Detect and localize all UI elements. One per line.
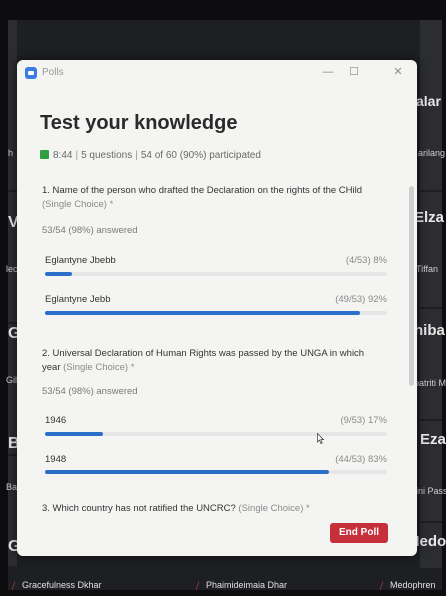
- participant-name-right: Elza: [414, 209, 445, 226]
- maximize-button[interactable]: ☐: [343, 63, 365, 81]
- option-bar-fill: [45, 272, 73, 276]
- question-count: 5 questions: [81, 150, 133, 161]
- option-bar-fill: [45, 432, 104, 436]
- option-bar-track: [45, 470, 387, 474]
- question-2-answered: 53/54 (98%) answered: [42, 386, 138, 397]
- question-type: (Single Choice) *: [42, 199, 114, 210]
- option-bar-track: [45, 311, 387, 315]
- option-label: Eglantyne Jbebb: [45, 255, 116, 266]
- option-stat: (4/53) 8%: [345, 255, 387, 266]
- polls-window: Polls — ☐ ✕ Test your knowledge 8:44 | 5 q…: [17, 60, 417, 556]
- participant-name-right: arilang: [418, 148, 446, 158]
- participant-name-left: Gil: [6, 375, 17, 385]
- participant-name: Gracefulness Dkhar: [22, 580, 102, 590]
- participant-name-right: Tiffan: [416, 264, 439, 274]
- poll-meta: 8:44 | 5 questions | 54 of 60 (90%) particip…: [40, 150, 261, 161]
- option-bar-fill: [45, 470, 329, 474]
- option-stat: (49/53) 92%: [335, 294, 387, 305]
- option-bar-track: [45, 432, 387, 436]
- question-3-text: 3. Which country has not ratified the UN…: [42, 502, 372, 516]
- bar-chart-icon: [40, 150, 49, 159]
- close-button[interactable]: ✕: [387, 63, 409, 81]
- option-label: Eglantyne Jebb: [45, 294, 111, 305]
- participant-label-bottom-2: ⧸ Phaimideimaia Dhar: [196, 580, 288, 591]
- mouse-cursor-icon: [317, 433, 324, 444]
- option-bar-track: [45, 272, 387, 276]
- question-type: (Single Choice) *: [63, 362, 135, 373]
- participation-count: 54 of 60 (90%) participated: [140, 150, 261, 161]
- option-label: 1948: [45, 454, 67, 465]
- monitor-bezel-top: [0, 0, 446, 20]
- option-label: 1946: [45, 415, 67, 426]
- mic-off-icon: ⧸: [12, 581, 16, 591]
- participant-name-left: lec: [6, 264, 18, 274]
- monitor-bezel-left: [0, 0, 8, 596]
- window-titlebar[interactable]: Polls — ☐ ✕: [17, 60, 417, 84]
- participant-name-right: alar: [416, 93, 441, 109]
- mic-off-icon: ⧸: [380, 581, 384, 591]
- separator: |: [135, 150, 138, 161]
- question-type: (Single Choice) *: [238, 503, 310, 514]
- participant-tile-left-2: [8, 192, 17, 322]
- participant-label-bottom-1: ⧸ Gracefulness Dkhar: [12, 580, 102, 591]
- window-title: Polls: [42, 67, 64, 78]
- option-stat: (44/53) 83%: [335, 454, 387, 465]
- question-2-text: 2. Universal Declaration of Human Rights…: [42, 347, 372, 375]
- option-bar-fill: [45, 311, 360, 315]
- participant-name: Phaimideimaia Dhar: [206, 580, 288, 590]
- participant-name: Medophren: [390, 580, 436, 590]
- participant-name-right: Eza: [420, 431, 446, 448]
- question-1-answered: 53/54 (98%) answered: [42, 225, 138, 236]
- scrollbar-thumb[interactable]: [409, 186, 414, 386]
- separator: |: [75, 150, 79, 161]
- participant-name-right: patriti M: [414, 378, 446, 388]
- question-text: 3. Which country has not ratified the UN…: [42, 503, 236, 514]
- monitor-bezel-right: [442, 0, 446, 596]
- end-poll-button[interactable]: End Poll: [330, 523, 388, 543]
- mic-off-icon: ⧸: [196, 581, 200, 591]
- participant-label-bottom-3: ⧸ Medophren: [380, 580, 436, 591]
- question-1-text: 1. Name of the person who drafted the De…: [42, 184, 372, 212]
- minimize-button[interactable]: —: [317, 63, 339, 81]
- participant-name-right: ini Passi: [416, 486, 446, 496]
- participant-tile-left-1: [8, 20, 17, 190]
- poll-time: 8:44: [53, 150, 73, 161]
- participant-name-right: hiba: [414, 322, 445, 339]
- option-stat: (9/53) 17%: [340, 415, 387, 426]
- polls-app-icon: [25, 67, 37, 79]
- participant-name-left: h: [8, 148, 14, 158]
- question-text: 1. Name of the person who drafted the De…: [42, 185, 363, 196]
- poll-heading: Test your knowledge: [40, 112, 238, 134]
